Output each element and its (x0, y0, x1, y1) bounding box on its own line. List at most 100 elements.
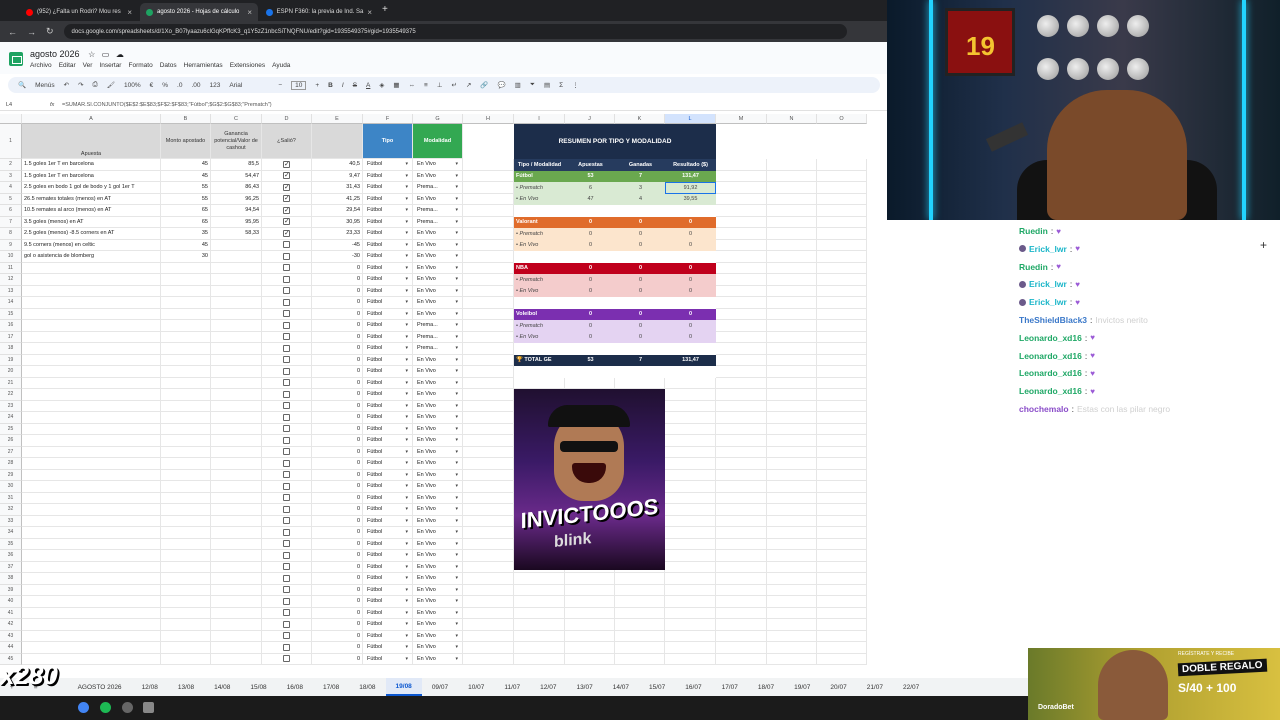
align-icon[interactable]: ≡ (424, 82, 428, 89)
empty-cell[interactable] (767, 297, 817, 309)
empty-cell[interactable] (463, 527, 514, 539)
summary-sub-row[interactable]: • Prematch (514, 182, 565, 194)
bet-result[interactable]: 9,47 (312, 170, 363, 182)
summary-col-header[interactable]: Apuestas (565, 159, 616, 171)
empty-cell[interactable] (817, 550, 867, 562)
summary-group-row[interactable]: 53 (565, 170, 616, 182)
summary-sub-row[interactable]: 39,55 (665, 193, 716, 205)
modality-dropdown[interactable]: En Vivo ▾ (413, 653, 463, 665)
sheet-tab[interactable]: 13/07 (566, 684, 602, 691)
bet-result[interactable]: 0 (312, 354, 363, 366)
won-checkbox-cell[interactable] (262, 515, 312, 527)
bet-description[interactable]: 26.5 remates totales (menos) en AT (22, 193, 161, 205)
chart-icon[interactable]: ▥ (515, 81, 521, 89)
summary-sub-row[interactable]: • Prematch (514, 320, 565, 332)
checkbox[interactable] (283, 505, 290, 513)
empty-cell[interactable] (767, 228, 817, 240)
empty-cell[interactable] (665, 423, 716, 435)
bet-result[interactable]: 0 (312, 515, 363, 527)
bet-result[interactable]: 0 (312, 366, 363, 378)
modality-dropdown[interactable]: En Vivo ▾ (413, 239, 463, 251)
bet-amount[interactable] (161, 619, 211, 631)
bet-result[interactable]: 0 (312, 573, 363, 585)
bet-amount[interactable] (161, 515, 211, 527)
won-checkbox-cell[interactable] (262, 193, 312, 205)
empty-cell[interactable] (716, 527, 767, 539)
type-dropdown[interactable]: Fútbol ▾ (363, 538, 413, 550)
sheet-tab[interactable]: 22/07 (893, 684, 929, 691)
empty-cell[interactable] (665, 653, 716, 665)
checkbox[interactable] (283, 344, 290, 352)
bet-payout[interactable] (211, 251, 262, 263)
type-dropdown[interactable]: Fútbol ▾ (363, 274, 413, 286)
summary-group-row[interactable]: NBA (514, 262, 565, 274)
row-header[interactable]: 16 (0, 320, 22, 332)
bet-amount[interactable] (161, 435, 211, 447)
bet-payout[interactable] (211, 619, 262, 631)
empty-cell[interactable] (716, 297, 767, 309)
bet-amount[interactable] (161, 642, 211, 654)
checkbox[interactable] (283, 540, 290, 548)
empty-cell[interactable] (463, 182, 514, 194)
empty-cell[interactable] (767, 423, 817, 435)
checkbox[interactable] (283, 321, 290, 329)
summary-sub-row[interactable]: 3 (615, 182, 666, 194)
bet-result[interactable]: -45 (312, 239, 363, 251)
empty-cell[interactable] (767, 343, 817, 355)
bet-result[interactable]: 30,95 (312, 216, 363, 228)
summary-sub-row[interactable]: 0 (665, 320, 716, 332)
bet-description[interactable] (22, 423, 161, 435)
empty-cell[interactable] (716, 343, 767, 355)
empty-cell[interactable] (665, 412, 716, 424)
menu-item[interactable]: Ver (83, 62, 93, 69)
empty-cell[interactable] (767, 239, 817, 251)
bet-amount[interactable] (161, 458, 211, 470)
undo-icon[interactable]: ↶ (64, 81, 69, 89)
bet-amount[interactable] (161, 400, 211, 412)
back-icon[interactable]: ← (8, 27, 17, 37)
bet-payout[interactable] (211, 239, 262, 251)
type-dropdown[interactable]: Fútbol ▾ (363, 389, 413, 401)
empty-cell[interactable] (716, 550, 767, 562)
type-dropdown[interactable]: Fútbol ▾ (363, 435, 413, 447)
bet-result[interactable]: 0 (312, 550, 363, 562)
row-header[interactable]: 3 (0, 170, 22, 182)
empty-cell[interactable] (665, 584, 716, 596)
modality-dropdown[interactable]: En Vivo ▾ (413, 550, 463, 562)
summary-sub-row[interactable]: 0 (615, 274, 666, 286)
checkbox[interactable] (283, 620, 290, 628)
row-header[interactable]: 8 (0, 228, 22, 240)
empty-cell[interactable] (665, 561, 716, 573)
bet-amount[interactable] (161, 469, 211, 481)
empty-cell[interactable] (767, 205, 817, 217)
modality-dropdown[interactable]: Prema... ▾ (413, 216, 463, 228)
won-checkbox-cell[interactable] (262, 423, 312, 435)
row-header[interactable]: 30 (0, 481, 22, 493)
type-dropdown[interactable]: Fútbol ▾ (363, 239, 413, 251)
empty-cell[interactable] (716, 239, 767, 251)
bet-payout[interactable] (211, 343, 262, 355)
bet-description[interactable] (22, 515, 161, 527)
won-checkbox-cell[interactable] (262, 274, 312, 286)
summary-col-header[interactable]: Tipo / Modalidad (514, 159, 565, 171)
bet-description[interactable] (22, 492, 161, 504)
type-dropdown[interactable]: Fútbol ▾ (363, 159, 413, 171)
empty-cell[interactable] (767, 515, 817, 527)
won-checkbox-cell[interactable] (262, 446, 312, 458)
sheet-tab[interactable]: 13/08 (168, 684, 204, 691)
summary-sub-row[interactable]: 0 (615, 239, 666, 251)
modality-dropdown[interactable]: En Vivo ▾ (413, 642, 463, 654)
empty-cell[interactable] (463, 653, 514, 665)
type-dropdown[interactable]: Fútbol ▾ (363, 619, 413, 631)
empty-cell[interactable] (817, 607, 867, 619)
modality-dropdown[interactable]: En Vivo ▾ (413, 504, 463, 516)
empty-cell[interactable] (716, 182, 767, 194)
empty-cell[interactable] (665, 619, 716, 631)
checkbox[interactable] (283, 643, 290, 651)
empty-cell[interactable] (463, 596, 514, 608)
bet-payout[interactable] (211, 561, 262, 573)
empty-cell[interactable] (463, 331, 514, 343)
modality-dropdown[interactable]: En Vivo ▾ (413, 584, 463, 596)
bet-result[interactable]: 0 (312, 389, 363, 401)
empty-cell[interactable] (767, 561, 817, 573)
